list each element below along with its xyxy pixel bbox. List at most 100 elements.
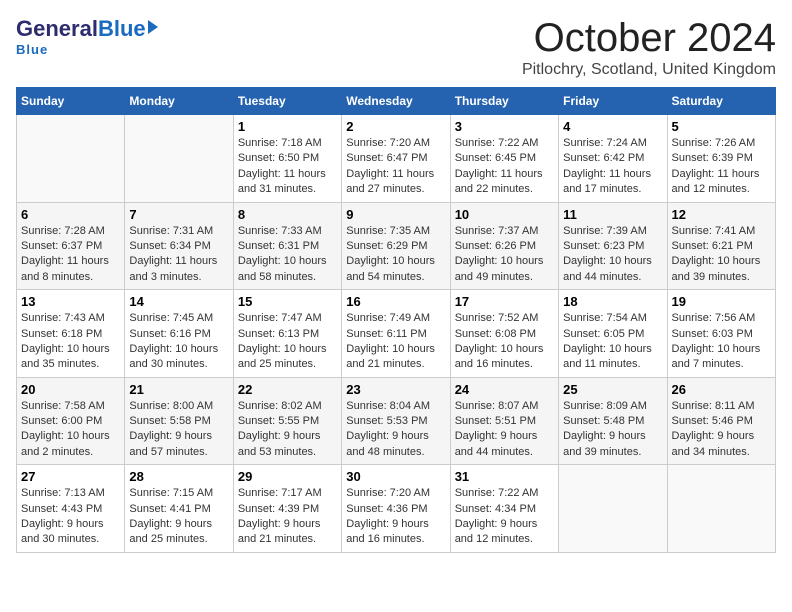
calendar-cell: 10 Sunrise: 7:37 AM Sunset: 6:26 PM Dayli… xyxy=(450,202,558,290)
day-number: 18 xyxy=(563,294,662,309)
day-number: 2 xyxy=(346,119,445,134)
day-number: 4 xyxy=(563,119,662,134)
day-number: 13 xyxy=(21,294,120,309)
week-row-5: 27 Sunrise: 7:13 AM Sunset: 4:43 PM Dayli… xyxy=(17,465,776,553)
calendar-cell: 25 Sunrise: 8:09 AM Sunset: 5:48 PM Dayli… xyxy=(559,377,667,465)
calendar-cell: 16Sunrise: 7:49 AM Sunset: 6:11 PM Dayli… xyxy=(342,290,450,378)
calendar-cell xyxy=(559,465,667,553)
calendar-cell: 18 Sunrise: 7:54 AM Sunset: 6:05 PM Dayli… xyxy=(559,290,667,378)
day-info: Sunrise: 7:22 AM Sunset: 4:34 PM Dayligh… xyxy=(455,486,554,548)
logo-general: General xyxy=(16,16,98,42)
calendar-cell: 13 Sunrise: 7:43 AM Sunset: 6:18 PM Dayli… xyxy=(17,290,125,378)
day-info: Sunrise: 7:22 AM Sunset: 6:45 PM Dayligh… xyxy=(455,136,554,198)
calendar-cell: 11Sunrise: 7:39 AM Sunset: 6:23 PM Dayli… xyxy=(559,202,667,290)
calendar-cell: 29 Sunrise: 7:17 AM Sunset: 4:39 PM Dayli… xyxy=(233,465,341,553)
calendar-cell: 20 Sunrise: 7:58 AM Sunset: 6:00 PM Dayli… xyxy=(17,377,125,465)
day-number: 19 xyxy=(672,294,771,309)
calendar-cell xyxy=(667,465,775,553)
day-number: 14 xyxy=(129,294,228,309)
logo-arrow-icon xyxy=(148,20,158,34)
day-info: Sunrise: 7:47 AM Sunset: 6:13 PM Dayligh… xyxy=(238,311,337,373)
day-info: Sunrise: 7:43 AM Sunset: 6:18 PM Dayligh… xyxy=(21,311,120,373)
day-number: 22 xyxy=(238,382,337,397)
day-number: 23 xyxy=(346,382,445,397)
calendar-cell: 12 Sunrise: 7:41 AM Sunset: 6:21 PM Dayli… xyxy=(667,202,775,290)
calendar-cell: 31 Sunrise: 7:22 AM Sunset: 4:34 PM Dayli… xyxy=(450,465,558,553)
day-info: Sunrise: 7:20 AM Sunset: 4:36 PM Dayligh… xyxy=(346,486,445,548)
day-info: Sunrise: 7:45 AM Sunset: 6:16 PM Dayligh… xyxy=(129,311,228,373)
calendar-cell: 5Sunrise: 7:26 AM Sunset: 6:39 PM Daylig… xyxy=(667,115,775,203)
day-info: Sunrise: 7:58 AM Sunset: 6:00 PM Dayligh… xyxy=(21,399,120,461)
day-number: 28 xyxy=(129,469,228,484)
day-info: Sunrise: 7:26 AM Sunset: 6:39 PM Dayligh… xyxy=(672,136,771,198)
day-info: Sunrise: 7:54 AM Sunset: 6:05 PM Dayligh… xyxy=(563,311,662,373)
day-number: 15 xyxy=(238,294,337,309)
calendar-cell: 9Sunrise: 7:35 AM Sunset: 6:29 PM Daylig… xyxy=(342,202,450,290)
day-number: 29 xyxy=(238,469,337,484)
day-number: 10 xyxy=(455,207,554,222)
week-row-1: 1Sunrise: 7:18 AM Sunset: 6:50 PM Daylig… xyxy=(17,115,776,203)
month-title: October 2024 xyxy=(522,16,776,61)
day-info: Sunrise: 8:09 AM Sunset: 5:48 PM Dayligh… xyxy=(563,399,662,461)
day-info: Sunrise: 7:52 AM Sunset: 6:08 PM Dayligh… xyxy=(455,311,554,373)
header-row: SundayMondayTuesdayWednesdayThursdayFrid… xyxy=(17,88,776,115)
day-info: Sunrise: 7:28 AM Sunset: 6:37 PM Dayligh… xyxy=(21,224,120,286)
calendar-cell: 30Sunrise: 7:20 AM Sunset: 4:36 PM Dayli… xyxy=(342,465,450,553)
day-number: 27 xyxy=(21,469,120,484)
header: General Blue Blue October 2024 Pitlochry… xyxy=(16,16,776,79)
calendar-cell: 28 Sunrise: 7:15 AM Sunset: 4:41 PM Dayli… xyxy=(125,465,233,553)
day-info: Sunrise: 8:02 AM Sunset: 5:55 PM Dayligh… xyxy=(238,399,337,461)
week-row-4: 20 Sunrise: 7:58 AM Sunset: 6:00 PM Dayli… xyxy=(17,377,776,465)
calendar-cell: 22 Sunrise: 8:02 AM Sunset: 5:55 PM Dayli… xyxy=(233,377,341,465)
calendar-cell: 27 Sunrise: 7:13 AM Sunset: 4:43 PM Dayli… xyxy=(17,465,125,553)
day-number: 26 xyxy=(672,382,771,397)
calendar-cell: 15 Sunrise: 7:47 AM Sunset: 6:13 PM Dayli… xyxy=(233,290,341,378)
day-info: Sunrise: 7:56 AM Sunset: 6:03 PM Dayligh… xyxy=(672,311,771,373)
day-number: 21 xyxy=(129,382,228,397)
day-info: Sunrise: 8:11 AM Sunset: 5:46 PM Dayligh… xyxy=(672,399,771,461)
calendar-cell: 24Sunrise: 8:07 AM Sunset: 5:51 PM Dayli… xyxy=(450,377,558,465)
day-header-friday: Friday xyxy=(559,88,667,115)
calendar-cell: 23 Sunrise: 8:04 AM Sunset: 5:53 PM Dayli… xyxy=(342,377,450,465)
day-info: Sunrise: 7:15 AM Sunset: 4:41 PM Dayligh… xyxy=(129,486,228,548)
day-number: 11 xyxy=(563,207,662,222)
day-number: 7 xyxy=(129,207,228,222)
day-number: 12 xyxy=(672,207,771,222)
day-header-tuesday: Tuesday xyxy=(233,88,341,115)
day-header-thursday: Thursday xyxy=(450,88,558,115)
day-info: Sunrise: 7:20 AM Sunset: 6:47 PM Dayligh… xyxy=(346,136,445,198)
calendar-cell: 19 Sunrise: 7:56 AM Sunset: 6:03 PM Dayli… xyxy=(667,290,775,378)
day-header-wednesday: Wednesday xyxy=(342,88,450,115)
logo-subtitle: Blue xyxy=(16,42,48,57)
calendar-cell: 3 Sunrise: 7:22 AM Sunset: 6:45 PM Daylig… xyxy=(450,115,558,203)
day-info: Sunrise: 7:41 AM Sunset: 6:21 PM Dayligh… xyxy=(672,224,771,286)
calendar-table: SundayMondayTuesdayWednesdayThursdayFrid… xyxy=(16,87,776,553)
day-info: Sunrise: 7:17 AM Sunset: 4:39 PM Dayligh… xyxy=(238,486,337,548)
day-info: Sunrise: 7:18 AM Sunset: 6:50 PM Dayligh… xyxy=(238,136,337,198)
day-number: 17 xyxy=(455,294,554,309)
day-number: 24 xyxy=(455,382,554,397)
day-info: Sunrise: 7:49 AM Sunset: 6:11 PM Dayligh… xyxy=(346,311,445,373)
calendar-cell: 8Sunrise: 7:33 AM Sunset: 6:31 PM Daylig… xyxy=(233,202,341,290)
logo: General Blue Blue xyxy=(16,16,158,57)
day-number: 20 xyxy=(21,382,120,397)
week-row-2: 6Sunrise: 7:28 AM Sunset: 6:37 PM Daylig… xyxy=(17,202,776,290)
day-header-saturday: Saturday xyxy=(667,88,775,115)
week-row-3: 13 Sunrise: 7:43 AM Sunset: 6:18 PM Dayli… xyxy=(17,290,776,378)
calendar-cell: 1Sunrise: 7:18 AM Sunset: 6:50 PM Daylig… xyxy=(233,115,341,203)
day-number: 3 xyxy=(455,119,554,134)
calendar-cell: 21Sunrise: 8:00 AM Sunset: 5:58 PM Dayli… xyxy=(125,377,233,465)
logo-blue: Blue xyxy=(98,16,146,42)
day-info: Sunrise: 7:31 AM Sunset: 6:34 PM Dayligh… xyxy=(129,224,228,286)
day-number: 25 xyxy=(563,382,662,397)
day-info: Sunrise: 7:37 AM Sunset: 6:26 PM Dayligh… xyxy=(455,224,554,286)
day-info: Sunrise: 8:04 AM Sunset: 5:53 PM Dayligh… xyxy=(346,399,445,461)
location: Pitlochry, Scotland, United Kingdom xyxy=(522,61,776,79)
day-number: 31 xyxy=(455,469,554,484)
day-info: Sunrise: 7:13 AM Sunset: 4:43 PM Dayligh… xyxy=(21,486,120,548)
day-info: Sunrise: 7:24 AM Sunset: 6:42 PM Dayligh… xyxy=(563,136,662,198)
calendar-cell xyxy=(17,115,125,203)
day-number: 9 xyxy=(346,207,445,222)
day-number: 8 xyxy=(238,207,337,222)
calendar-cell: 17 Sunrise: 7:52 AM Sunset: 6:08 PM Dayli… xyxy=(450,290,558,378)
